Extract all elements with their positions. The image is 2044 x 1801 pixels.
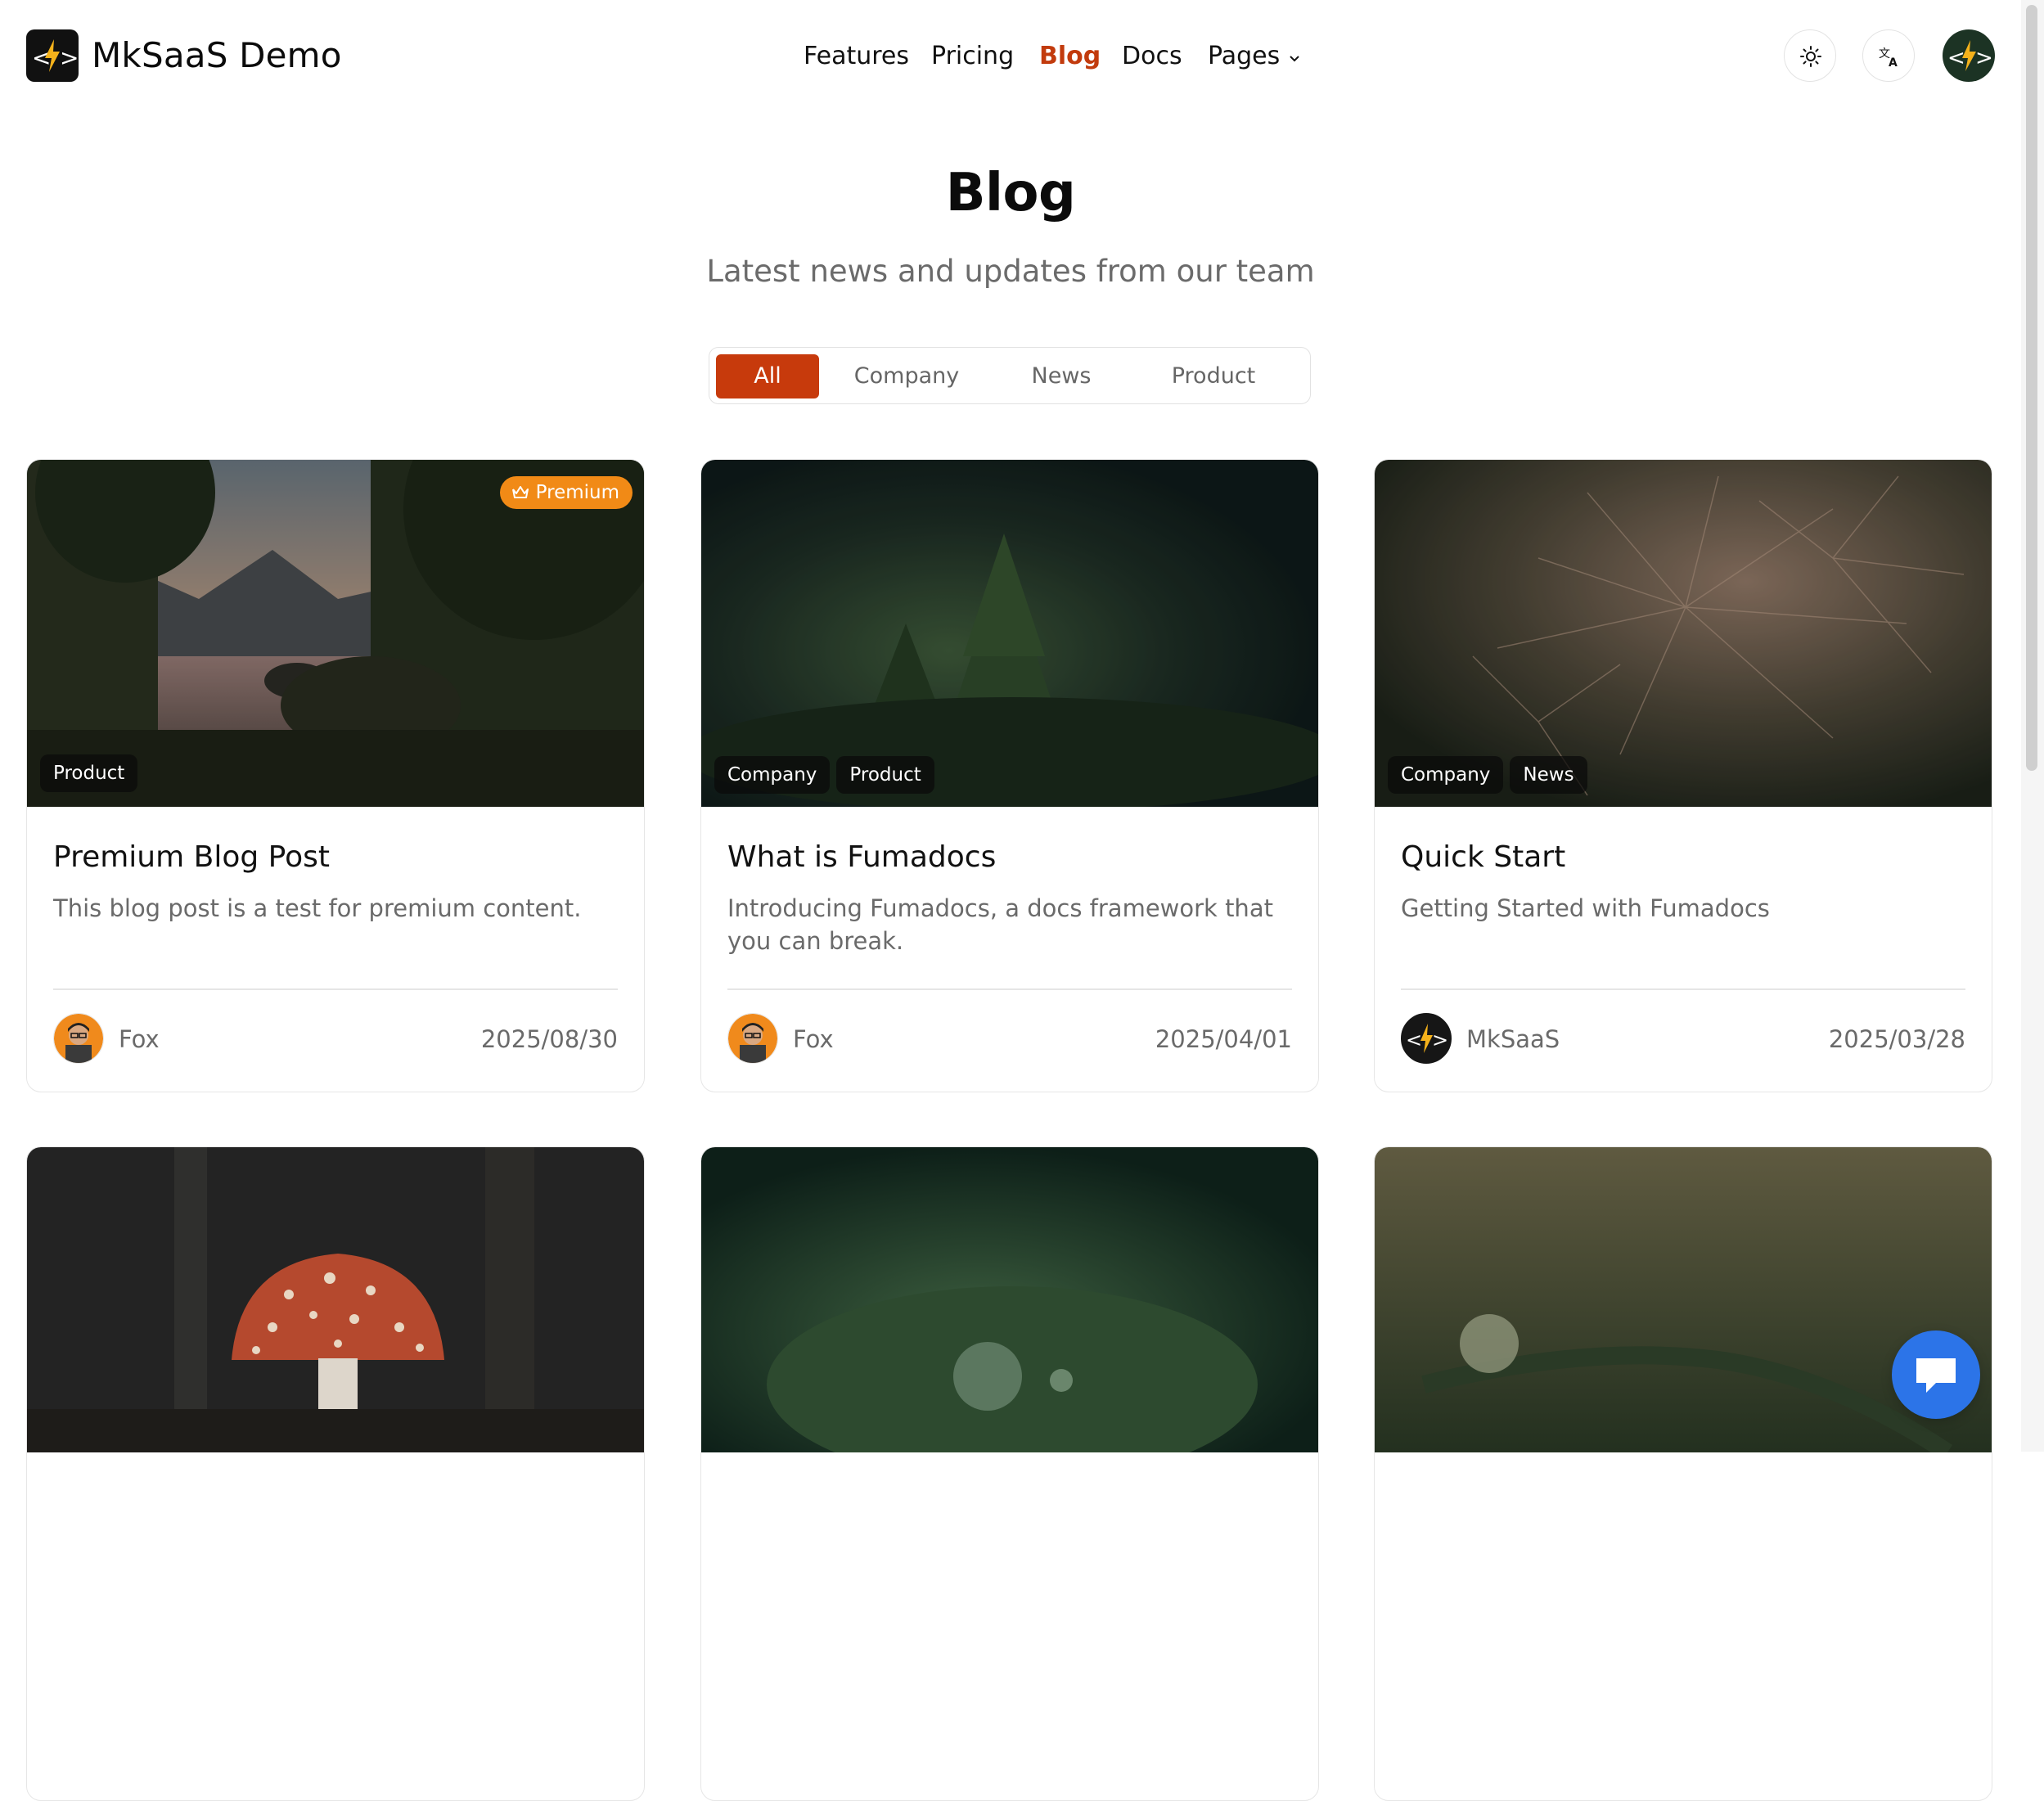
post-cover-image: Company Product (701, 460, 1318, 807)
nav-blog[interactable]: Blog (1039, 39, 1101, 74)
svg-text:>: > (1432, 1029, 1448, 1051)
chat-support-button[interactable] (1892, 1330, 1980, 1419)
author-avatar (727, 1013, 778, 1064)
nav-docs[interactable]: Docs (1122, 39, 1182, 74)
tag-chip[interactable]: Product (40, 754, 138, 792)
tab-news[interactable]: News (1004, 354, 1119, 398)
post-cover-image (27, 1147, 644, 1452)
user-avatar[interactable]: < > (1943, 29, 1995, 82)
premium-badge: Premium (499, 476, 633, 509)
author-name: Fox (793, 1025, 834, 1053)
blog-post-card[interactable] (26, 1146, 645, 1801)
language-button[interactable]: 文 A (1862, 29, 1915, 82)
post-tags: Company News (1388, 756, 1587, 794)
mksaas-logo-icon: < > (1947, 40, 1993, 71)
blog-post-card[interactable]: Company Product What is Fumadocs Introdu… (700, 459, 1319, 1092)
tab-all[interactable]: All (716, 354, 819, 398)
tag-chip[interactable]: Company (714, 756, 831, 794)
card-divider (727, 988, 1292, 990)
tag-chip[interactable]: News (1510, 756, 1587, 794)
nav-pages[interactable]: Pages (1208, 39, 1301, 74)
tag-chip[interactable]: Company (1388, 756, 1504, 794)
chevron-down-icon (1288, 40, 1301, 74)
post-tags: Product (40, 754, 138, 792)
category-filter-tabs: All Company News Product (709, 347, 1311, 404)
translate-icon: 文 A (1879, 47, 1898, 70)
author-avatar: < > (1401, 1013, 1452, 1064)
author-avatar (53, 1013, 104, 1064)
blog-post-card[interactable]: Premium Product Premium Blog Post This b… (26, 459, 645, 1092)
author-name: Fox (119, 1025, 160, 1053)
page-subtitle: Latest news and updates from our team (706, 254, 1315, 289)
post-title[interactable]: What is Fumadocs (727, 838, 996, 877)
mksaas-logo-icon: < > (1406, 1024, 1448, 1053)
theme-toggle-button[interactable] (1784, 29, 1836, 82)
post-title[interactable]: Premium Blog Post (53, 838, 330, 877)
post-date: 2025/08/30 (480, 1025, 618, 1053)
post-date: 2025/04/01 (1155, 1025, 1292, 1053)
nav-features[interactable]: Features (804, 39, 909, 74)
post-description: This blog post is a test for premium con… (53, 894, 582, 922)
page-title: Blog (945, 163, 1076, 223)
post-cover-image: Company News (1375, 460, 1992, 807)
svg-text:<: < (1406, 1029, 1422, 1051)
post-tags: Company Product (714, 756, 934, 794)
post-cover-image (701, 1147, 1318, 1452)
post-cover-image (1375, 1147, 1992, 1452)
sun-icon (1800, 46, 1821, 67)
blog-post-card[interactable] (1374, 1146, 1992, 1801)
post-title[interactable]: Quick Start (1401, 838, 1565, 877)
chat-bubble-icon (1916, 1358, 1956, 1393)
blog-post-card[interactable] (700, 1146, 1319, 1801)
crown-icon (511, 486, 529, 498)
main-nav: Features Pricing Blog Docs Pages (0, 39, 2021, 75)
svg-text:A: A (1889, 56, 1898, 70)
nav-pricing[interactable]: Pricing (931, 39, 1014, 74)
tab-company[interactable]: Company (831, 354, 983, 398)
tab-product[interactable]: Product (1140, 354, 1287, 398)
card-divider (1401, 988, 1965, 990)
post-cover-image: Premium Product (27, 460, 644, 807)
author-name: MkSaaS (1466, 1025, 1560, 1053)
card-divider (53, 988, 618, 990)
top-navigation-bar: < > MkSaaS Demo Features Pricing Blog Do… (0, 0, 2021, 111)
svg-text:>: > (1975, 46, 1993, 70)
blog-post-card[interactable]: Company News Quick Start Getting Started… (1374, 459, 1992, 1092)
nav-pages-label: Pages (1208, 42, 1281, 70)
scrollbar-thumb[interactable] (2026, 5, 2037, 771)
tag-chip[interactable]: Product (836, 756, 934, 794)
post-date: 2025/03/28 (1828, 1025, 1965, 1053)
post-description: Getting Started with Fumadocs (1401, 894, 1770, 922)
post-description: Introducing Fumadocs, a docs framework t… (727, 894, 1273, 955)
premium-badge-label: Premium (535, 482, 619, 503)
